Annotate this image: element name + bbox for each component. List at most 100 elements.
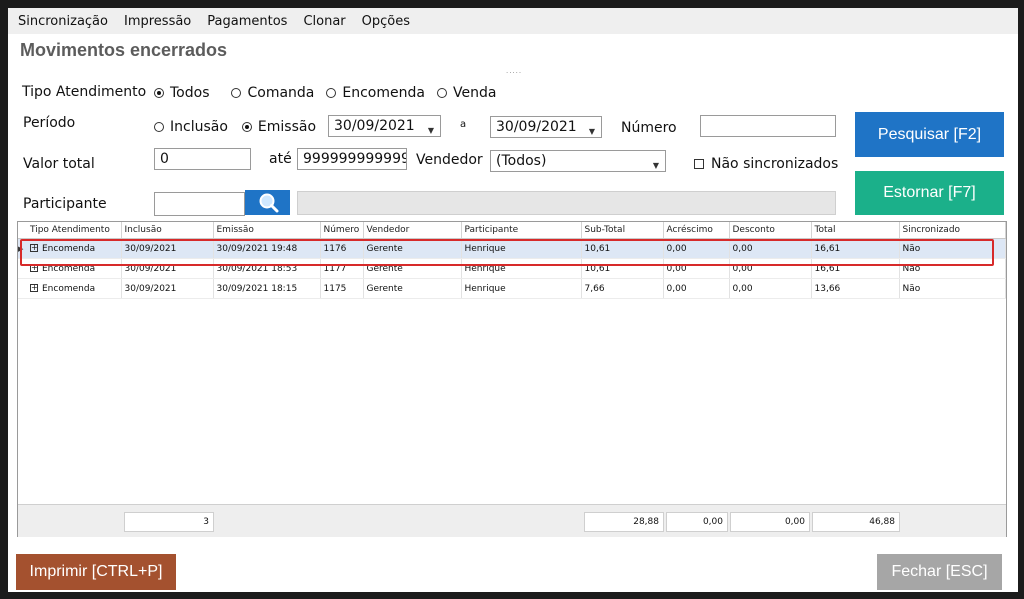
cell-total: 16,61: [811, 238, 900, 259]
date-from-picker[interactable]: 30/09/2021 ▼: [328, 115, 441, 137]
col-sincronizado[interactable]: Sincronizado: [899, 222, 1006, 239]
menu-opcoes[interactable]: Opções: [356, 14, 416, 29]
cell-desconto: 0,00: [729, 238, 812, 259]
footer-count: 3: [124, 512, 214, 532]
date-to-picker[interactable]: 30/09/2021 ▼: [490, 116, 602, 138]
chevron-down-icon[interactable]: ▼: [428, 122, 434, 136]
splitter-grip[interactable]: .....: [506, 66, 522, 75]
col-vendedor[interactable]: Vendedor: [363, 222, 462, 239]
page-title: Movimentos encerrados: [20, 40, 228, 60]
col-desconto[interactable]: Desconto: [729, 222, 812, 239]
cell-acrescimo: 0,00: [663, 278, 730, 299]
cell-vendedor: Gerente: [363, 278, 462, 299]
cell-inclusao: 30/09/2021: [121, 278, 214, 299]
cell-sincronizado: Não: [899, 278, 1006, 299]
cell-sub-total: 10,61: [581, 258, 664, 279]
valor-separator: até: [269, 151, 292, 167]
radio-inclusao-label: Inclusão: [170, 119, 228, 135]
tipo-atendimento-radios: Todos Comanda Encomenda Venda: [154, 85, 508, 101]
col-inclusao[interactable]: Inclusão: [121, 222, 214, 239]
participante-code-input[interactable]: [154, 192, 245, 216]
valor-to-input[interactable]: 999999999999: [297, 148, 407, 170]
row-indicator-header: [18, 222, 27, 239]
date-from-value: 30/09/2021: [334, 118, 415, 134]
cell-tipo-text: Encomenda: [42, 263, 96, 274]
cell-sincronizado: Não: [899, 238, 1006, 259]
col-numero[interactable]: Número: [320, 222, 364, 239]
col-tipo-atendimento[interactable]: Tipo Atendimento: [27, 222, 122, 239]
participante-search-button[interactable]: [245, 190, 290, 215]
col-sub-total[interactable]: Sub-Total: [581, 222, 664, 239]
vendedor-value: (Todos): [496, 153, 547, 169]
numero-label: Número: [621, 120, 677, 136]
col-participante[interactable]: Participante: [461, 222, 582, 239]
expand-icon[interactable]: +: [30, 244, 38, 252]
cell-emissao: 30/09/2021 18:53: [213, 258, 321, 279]
vendedor-select[interactable]: (Todos) ▼: [490, 150, 666, 172]
cell-emissao: 30/09/2021 18:15: [213, 278, 321, 299]
menu-pagamentos[interactable]: Pagamentos: [201, 14, 293, 29]
footer-desconto: 0,00: [730, 512, 810, 532]
table-row[interactable]: ▶ + Encomenda 30/09/2021 30/09/2021 19:48…: [18, 238, 1006, 259]
radio-todos-label: Todos: [170, 85, 210, 101]
col-total[interactable]: Total: [811, 222, 900, 239]
pesquisar-button[interactable]: Pesquisar [F2]: [855, 112, 1004, 157]
participante-name-field: [297, 191, 836, 215]
radio-dot: [154, 122, 164, 132]
chevron-down-icon[interactable]: ▼: [589, 123, 595, 137]
cell-desconto: 0,00: [729, 278, 812, 299]
cell-numero: 1175: [320, 278, 364, 299]
nao-sincronizados-label: Não sincronizados: [711, 156, 839, 172]
radio-dot: [154, 88, 164, 98]
menu-impressao[interactable]: Impressão: [118, 14, 197, 29]
cell-sub-total: 7,66: [581, 278, 664, 299]
cell-sub-total: 10,61: [581, 238, 664, 259]
magnifier-icon: [259, 193, 278, 212]
estornar-button[interactable]: Estornar [F7]: [855, 171, 1004, 215]
expand-icon[interactable]: +: [30, 264, 38, 272]
radio-inclusao[interactable]: Inclusão: [154, 119, 228, 135]
radio-dot: [241, 122, 252, 132]
cell-tipo-text: Encomenda: [42, 283, 96, 294]
radio-dot: [326, 88, 337, 98]
valor-from-input[interactable]: 0: [154, 148, 251, 170]
menu-clonar[interactable]: Clonar: [297, 14, 351, 29]
cell-participante: Henrique: [461, 278, 582, 299]
date-to-value: 30/09/2021: [496, 119, 577, 135]
radio-emissao[interactable]: Emissão: [241, 119, 316, 135]
numero-input[interactable]: [700, 115, 836, 137]
imprimir-button[interactable]: Imprimir [CTRL+P]: [16, 554, 176, 590]
cell-acrescimo: 0,00: [663, 238, 730, 259]
tipo-atendimento-label: Tipo Atendimento: [22, 84, 147, 100]
cell-inclusao: 30/09/2021: [121, 238, 214, 259]
cell-desconto: 0,00: [729, 258, 812, 279]
radio-comanda[interactable]: Comanda: [231, 85, 314, 101]
movimentos-table: Tipo Atendimento Inclusão Emissão Número…: [18, 222, 1006, 299]
cell-numero: 1177: [320, 258, 364, 279]
radio-venda[interactable]: Venda: [436, 85, 496, 101]
radio-encomenda[interactable]: Encomenda: [326, 85, 425, 101]
cell-emissao: 30/09/2021 19:48: [213, 238, 321, 259]
table-row[interactable]: + Encomenda 30/09/2021 30/09/2021 18:15 1…: [18, 278, 1006, 299]
cell-inclusao: 30/09/2021: [121, 258, 214, 279]
col-emissao[interactable]: Emissão: [213, 222, 321, 239]
menu-sincronizacao[interactable]: Sincronização: [12, 14, 114, 29]
fechar-button[interactable]: Fechar [ESC]: [877, 554, 1002, 590]
cell-total: 13,66: [811, 278, 900, 299]
chevron-down-icon[interactable]: ▼: [653, 157, 659, 171]
menu-bar: Sincronização Impressão Pagamentos Clona…: [8, 8, 1018, 34]
row-indicator-icon: ▶: [18, 238, 27, 259]
nao-sincronizados-checkbox[interactable]: Não sincronizados: [694, 156, 838, 172]
footer-acrescimo: 0,00: [666, 512, 728, 532]
col-acrescimo[interactable]: Acréscimo: [663, 222, 730, 239]
grid-footer: 3 28,88 0,00 0,00 46,88: [18, 504, 1006, 537]
table-row[interactable]: + Encomenda 30/09/2021 30/09/2021 18:53 1…: [18, 258, 1006, 279]
cell-tipo: + Encomenda: [27, 258, 122, 279]
cell-total: 16,61: [811, 258, 900, 279]
radio-todos[interactable]: Todos: [154, 85, 209, 101]
cell-participante: Henrique: [461, 258, 582, 279]
radio-comanda-label: Comanda: [247, 85, 315, 101]
checkbox-box: [694, 159, 704, 169]
row-indicator: [18, 278, 27, 299]
expand-icon[interactable]: +: [30, 284, 38, 292]
